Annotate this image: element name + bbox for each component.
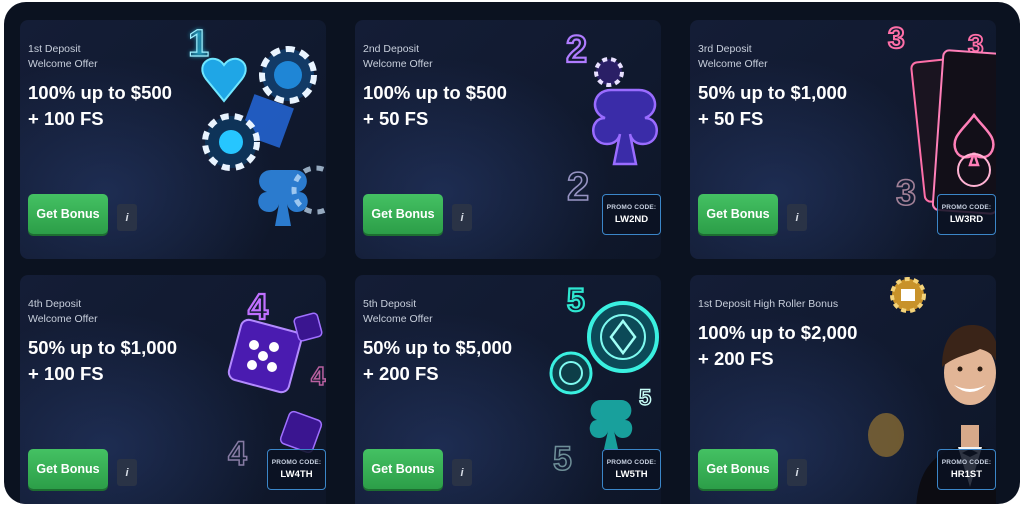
offer-subtitle: 1st Deposit High Roller Bonus (698, 298, 839, 310)
svg-text:2: 2 (567, 165, 589, 209)
offer-subtitle: 3rd Deposit Welcome Offer (698, 43, 768, 70)
offer-card-2[interactable]: 2 2 2nd Deposit Welcome Offer 100% up to… (355, 20, 661, 259)
offer-subtitle: 4th Deposit Welcome Offer (28, 298, 98, 325)
get-bonus-button[interactable]: Get Bonus (28, 449, 108, 489)
promo-code-label: PROMO CODE: (941, 204, 992, 211)
digit-2-icon: 2 (566, 29, 587, 71)
club-icon (258, 170, 308, 226)
poker-chip-icon (594, 57, 624, 87)
offer-card-5[interactable]: 5 5 5 5th Deposit Welcome Offer 50% up t… (355, 275, 661, 504)
digit-5-icon: 5 (567, 282, 585, 318)
poker-chip-icon (587, 301, 659, 373)
poker-chip-icon (259, 46, 317, 104)
offer-subtitle: 1st Deposit Welcome Offer (28, 43, 98, 70)
info-button[interactable]: i (452, 204, 472, 231)
dice-icon (227, 318, 303, 394)
promo-code-label: PROMO CODE: (941, 459, 992, 466)
get-bonus-button[interactable]: Get Bonus (698, 449, 778, 489)
promo-code-box[interactable]: PROMO CODE: LW5TH (602, 449, 661, 490)
promo-code-value: LW5TH (615, 469, 648, 480)
offer-card-4[interactable]: 4 4 4 4th Deposit Welcome Offer 50% up t… (20, 275, 326, 504)
info-button[interactable]: i (452, 459, 472, 486)
club-icon (589, 400, 633, 449)
info-button[interactable]: i (787, 459, 807, 486)
offer-headline: 100% up to $500 + 50 FS (363, 82, 507, 129)
offer-card-3[interactable]: 3 3 3 3rd Deposit Welcome Offer 50% up t… (690, 20, 996, 259)
svg-text:4: 4 (311, 361, 326, 391)
svg-text:4: 4 (228, 435, 247, 473)
promo-code-label: PROMO CODE: (606, 204, 657, 211)
promo-code-box[interactable]: PROMO CODE: LW3RD (937, 194, 996, 235)
digit-3-icon: 3 (888, 22, 905, 55)
promo-code-value: HR1ST (950, 469, 983, 480)
promo-code-box[interactable]: PROMO CODE: LW2ND (602, 194, 661, 235)
get-bonus-button[interactable]: Get Bonus (363, 194, 443, 234)
offer-headline: 50% up to $1,000 + 50 FS (698, 82, 848, 129)
offer-headline: 100% up to $500 + 100 FS (28, 82, 172, 129)
promo-code-box[interactable]: PROMO CODE: LW4TH (267, 449, 326, 490)
gold-chip-icon (890, 277, 926, 313)
offer-headline: 50% up to $5,000 + 200 FS (363, 337, 513, 384)
get-bonus-button[interactable]: Get Bonus (698, 194, 778, 234)
promo-code-label: PROMO CODE: (606, 459, 657, 466)
promo-code-box[interactable]: PROMO CODE: HR1ST (937, 449, 996, 490)
club-icon (592, 88, 658, 166)
svg-text:5: 5 (553, 440, 572, 478)
offer-headline: 50% up to $1,000 + 100 FS (28, 337, 178, 384)
offer-headline: 100% up to $2,000 + 200 FS (698, 322, 858, 369)
info-button[interactable]: i (787, 204, 807, 231)
promo-code-value: LW4TH (280, 469, 313, 480)
bonus-offers-grid: 1 1 1st Deposit Welcome Offer 100% up to… (4, 2, 1020, 504)
get-bonus-button[interactable]: Get Bonus (363, 449, 443, 489)
info-button[interactable]: i (117, 459, 137, 486)
offer-card-6[interactable]: 1st Deposit High Roller Bonus 100% up to… (690, 275, 996, 504)
promo-code-value: LW3RD (949, 214, 984, 225)
svg-text:5: 5 (639, 385, 651, 410)
promo-code-value: LW2ND (614, 214, 649, 225)
get-bonus-button[interactable]: Get Bonus (28, 194, 108, 234)
svg-text:3: 3 (896, 172, 916, 213)
info-button[interactable]: i (117, 204, 137, 231)
offer-subtitle: 5th Deposit Welcome Offer (363, 298, 433, 325)
promo-code-label: PROMO CODE: (271, 459, 322, 466)
offer-subtitle: 2nd Deposit Welcome Offer (363, 43, 433, 70)
offer-card-1[interactable]: 1 1 1st Deposit Welcome Offer 100% up to… (20, 20, 326, 259)
poker-chip-icon (549, 351, 593, 395)
